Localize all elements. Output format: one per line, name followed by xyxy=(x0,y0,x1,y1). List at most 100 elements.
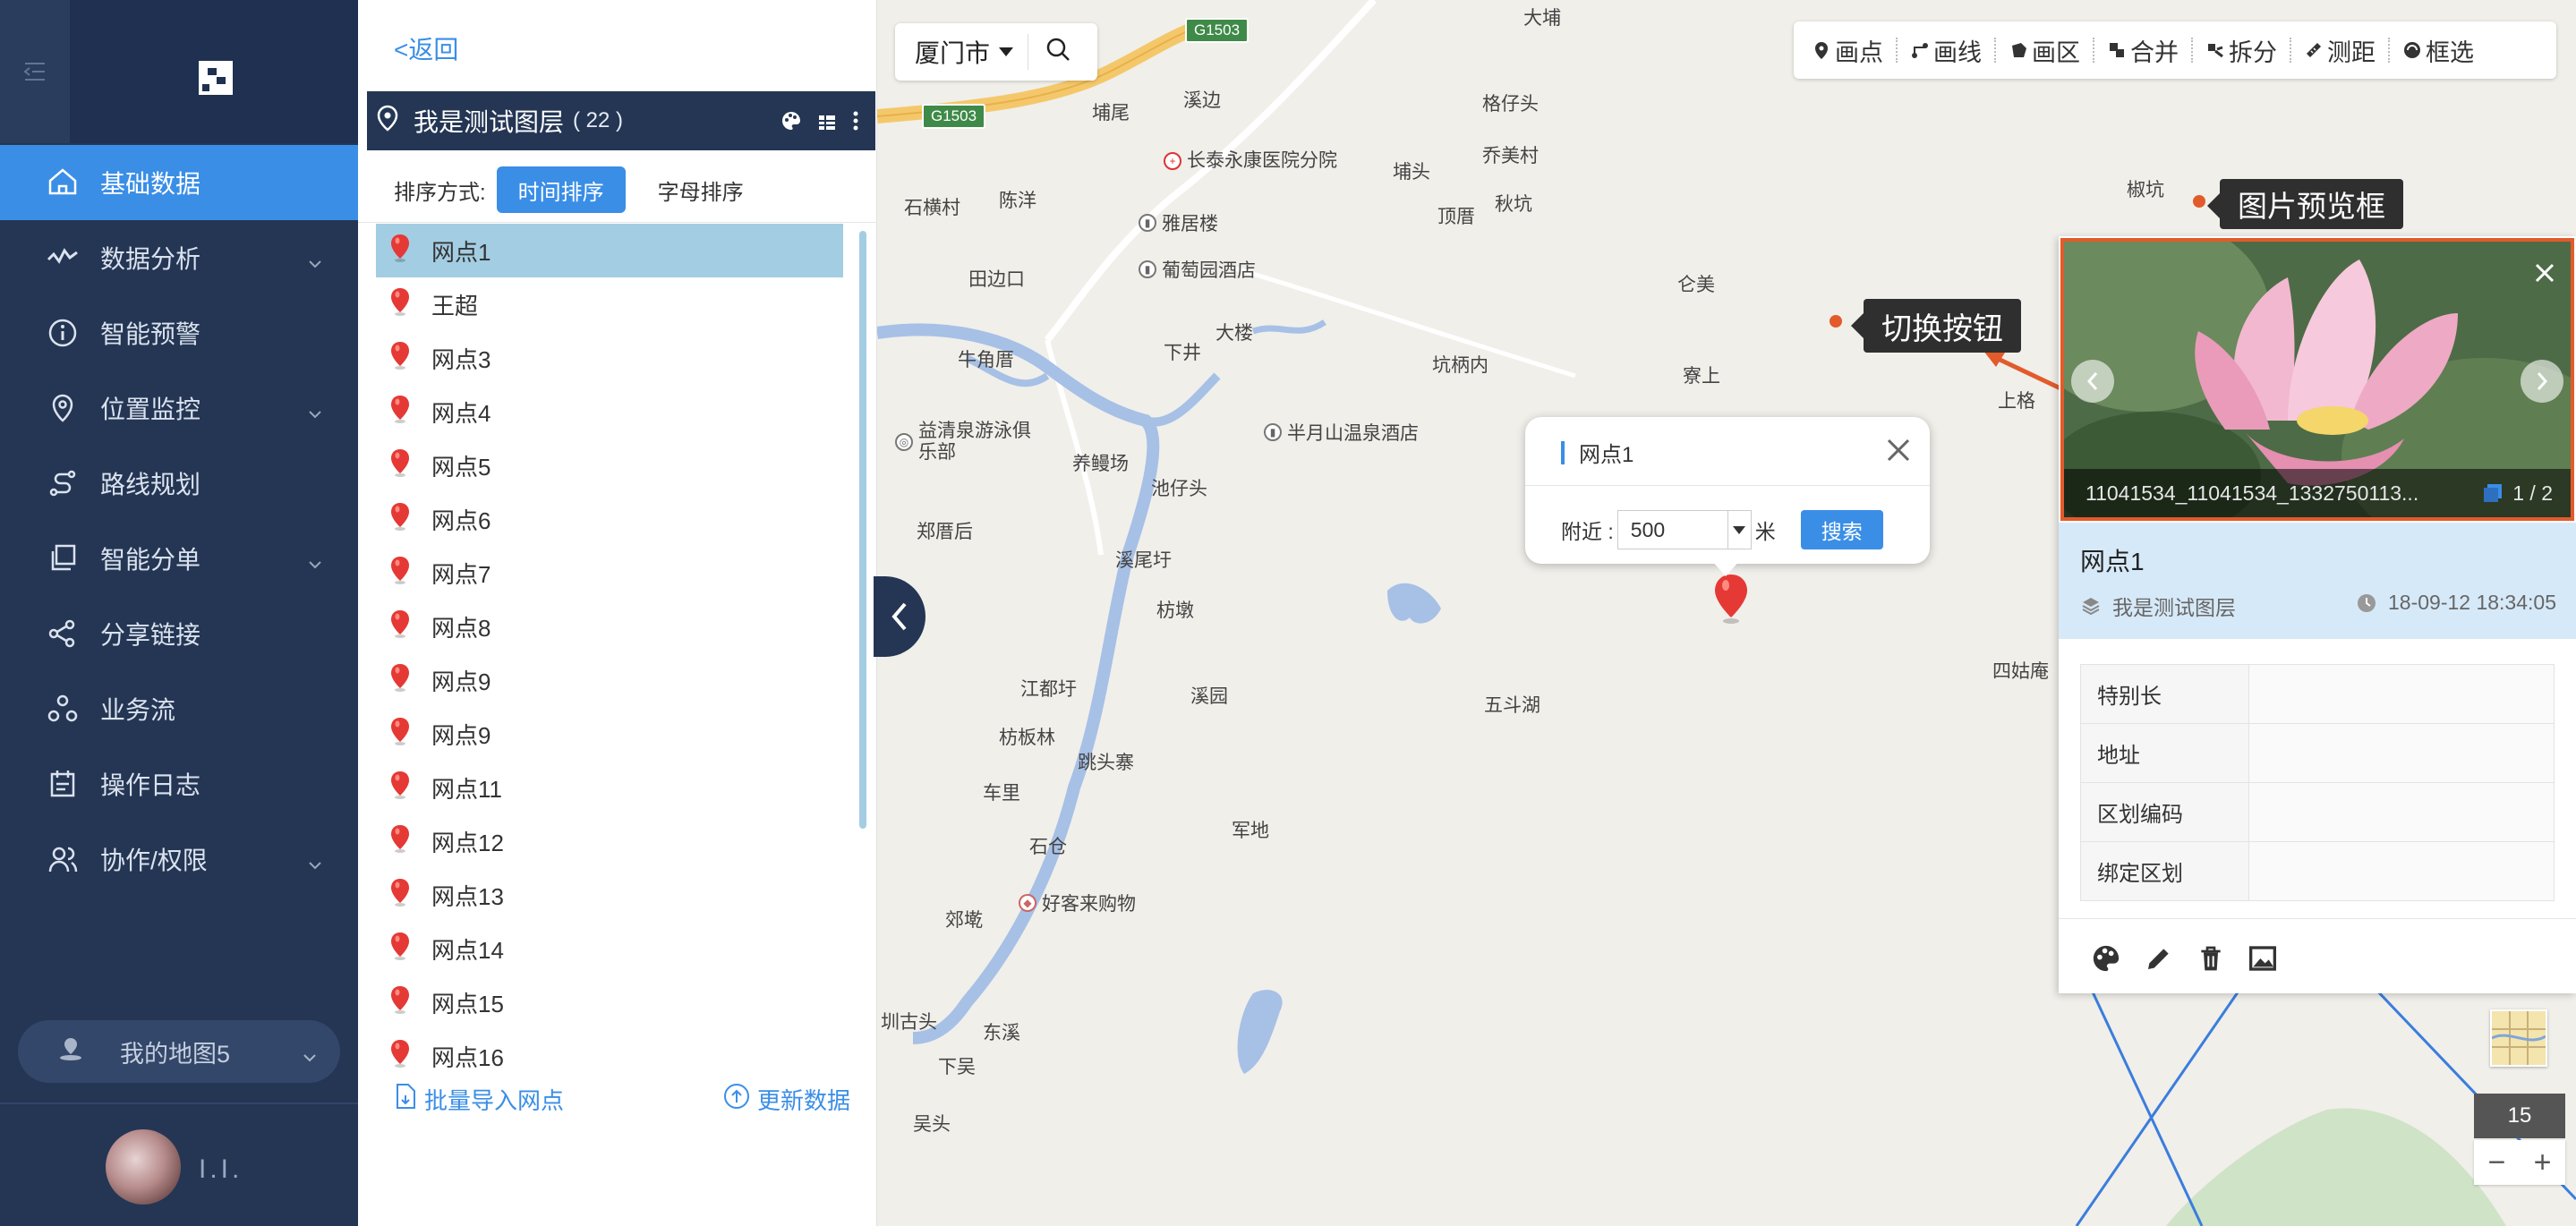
attribute-value[interactable] xyxy=(2248,841,2555,901)
point-list-item[interactable]: 网点14 xyxy=(376,922,843,975)
attribute-row: 地址 xyxy=(2080,723,2555,783)
zoom-in-button[interactable]: + xyxy=(2534,1145,2552,1180)
map-place-label: 四姑庵 xyxy=(1992,661,2049,682)
menu-collapse-icon[interactable] xyxy=(0,0,70,143)
import-points-button[interactable]: 批量导入网点 xyxy=(394,1083,564,1116)
nav-item[interactable]: 路线规划 xyxy=(0,446,358,521)
attribute-value[interactable] xyxy=(2248,723,2555,783)
point-list-item[interactable]: 网点6 xyxy=(376,492,843,546)
point-list-item[interactable]: 网点5 xyxy=(376,438,843,492)
chevron-down-icon xyxy=(303,1042,317,1069)
toolbar-button[interactable]: 测距 xyxy=(2304,33,2376,68)
point-list-item[interactable]: 网点7 xyxy=(376,546,843,600)
palette-icon[interactable] xyxy=(2091,943,2121,978)
nav-item-label: 业务流 xyxy=(100,696,176,724)
refresh-data-button[interactable]: 更新数据 xyxy=(723,1083,850,1116)
point-label: 网点1 xyxy=(431,238,491,266)
sort-time-button[interactable]: 时间排序 xyxy=(496,166,626,213)
point-label: 网点4 xyxy=(431,399,491,427)
point-list-item[interactable]: 网点8 xyxy=(376,600,843,653)
point-list-item[interactable]: 网点12 xyxy=(376,814,843,868)
map-place-label: 池仔头 xyxy=(1151,479,1207,499)
card-actions xyxy=(2091,943,2277,978)
nav-item[interactable]: 基础数据 xyxy=(0,145,358,220)
poi-shop[interactable]: ◆ 好客来购物 xyxy=(1019,890,1136,916)
nav-item[interactable]: 操作日志 xyxy=(0,746,358,822)
point-label: 网点9 xyxy=(431,668,491,695)
workflow-icon xyxy=(47,693,79,725)
nav-item[interactable]: 分享链接 xyxy=(0,596,358,671)
map-layer-switch[interactable] xyxy=(2490,1009,2547,1067)
map-marker-icon xyxy=(388,984,412,1021)
next-image-button[interactable] xyxy=(2521,360,2563,403)
poi-swimming[interactable]: ◎ 益清泉游泳俱乐部 xyxy=(895,421,1038,464)
search-icon[interactable] xyxy=(1045,36,1071,69)
layer-header: 我是测试图层 ( 22 ) xyxy=(367,91,875,150)
radius-dropdown[interactable] xyxy=(1727,510,1752,549)
point-list-item[interactable]: 网点9 xyxy=(376,653,843,707)
nav-item-label: 分享链接 xyxy=(100,621,201,649)
list-scrollbar[interactable] xyxy=(859,231,866,829)
toolbar-button[interactable]: 拆分 xyxy=(2205,33,2277,68)
nav-item[interactable]: 智能预警 xyxy=(0,295,358,370)
toolbar-button[interactable]: 画点 xyxy=(1812,33,1883,68)
radius-input[interactable]: 500 xyxy=(1616,510,1728,549)
more-vertical-icon[interactable] xyxy=(852,109,859,138)
chevron-down-icon xyxy=(308,397,322,426)
sort-alpha-button[interactable]: 字母排序 xyxy=(636,166,765,213)
avatar[interactable] xyxy=(106,1129,181,1205)
nav-item[interactable]: 智能分单 xyxy=(0,521,358,596)
toolbar-button[interactable]: 画线 xyxy=(1910,33,1982,68)
point-list-item[interactable]: 王超 xyxy=(376,277,843,331)
toolbar-button[interactable]: 合并 xyxy=(2107,33,2179,68)
point-label: 网点5 xyxy=(431,453,491,481)
attribute-row: 区划编码 xyxy=(2080,782,2555,842)
point-info: 网点1 我是测试图层 18-09-12 18:34:05 xyxy=(2059,523,2576,639)
attribute-value[interactable] xyxy=(2248,782,2555,842)
map-marker[interactable] xyxy=(1711,573,1751,631)
close-icon[interactable] xyxy=(2533,261,2556,289)
poi-hotel[interactable]: ▮ 葡萄园酒店 xyxy=(1139,256,1256,283)
image-page-count: 1 / 2 xyxy=(2512,481,2553,505)
zoom-out-button[interactable]: − xyxy=(2488,1145,2506,1180)
point-list-item[interactable]: 网点15 xyxy=(376,975,843,1029)
attribute-key: 区划编码 xyxy=(2080,782,2249,842)
nav-item[interactable]: 数据分析 xyxy=(0,220,358,295)
nav-item[interactable]: 协作/权限 xyxy=(0,822,358,897)
toolbar-button[interactable]: 画区 xyxy=(2009,33,2080,68)
attribute-value[interactable] xyxy=(2248,664,2555,724)
point-label: 网点11 xyxy=(431,775,502,803)
city-dropdown[interactable]: 厦门市 xyxy=(915,34,1015,70)
edit-icon[interactable] xyxy=(2145,944,2173,977)
point-list-item[interactable]: 网点11 xyxy=(376,761,843,814)
palette-icon[interactable] xyxy=(780,109,802,138)
nav-item[interactable]: 业务流 xyxy=(0,671,358,746)
toolbar-button[interactable]: 框选 xyxy=(2402,33,2474,68)
image-preview[interactable]: 11041534_11041534_1332750113... 1 / 2 xyxy=(2060,238,2574,521)
point-list-item[interactable]: 网点3 xyxy=(376,331,843,385)
map-marker-icon xyxy=(388,716,412,753)
point-list-item[interactable]: 网点4 xyxy=(376,385,843,438)
layers-icon xyxy=(2082,598,2100,616)
prev-image-button[interactable] xyxy=(2071,360,2114,403)
poi-building[interactable]: ▮ 雅居楼 xyxy=(1139,209,1218,236)
table-icon[interactable] xyxy=(818,109,836,138)
poi-hospital[interactable]: + 长泰永康医院分院 xyxy=(1164,150,1337,172)
search-button[interactable]: 搜索 xyxy=(1800,510,1883,549)
map-marker-icon xyxy=(388,340,412,377)
point-list-item[interactable]: 网点16 xyxy=(376,1029,843,1083)
point-list-item[interactable]: 网点9 xyxy=(376,707,843,761)
point-list-item[interactable]: 网点13 xyxy=(376,868,843,922)
my-map-selector[interactable]: 我的地图5 xyxy=(18,1020,340,1083)
close-icon[interactable] xyxy=(1885,437,1912,468)
poi-hotspring[interactable]: ▮ 半月山温泉酒店 xyxy=(1264,419,1419,446)
map-pin-icon xyxy=(1815,42,1828,59)
road-badge: G1503 xyxy=(1185,18,1250,43)
trash-icon[interactable] xyxy=(2196,944,2225,977)
city-selector[interactable]: 厦门市 xyxy=(895,23,1097,81)
point-list-item[interactable]: 网点1 xyxy=(376,224,843,277)
nav-item[interactable]: 位置监控 xyxy=(0,370,358,446)
back-link[interactable]: <返回 xyxy=(394,30,458,66)
road-badge: G1503 xyxy=(922,104,986,129)
image-icon[interactable] xyxy=(2248,944,2277,977)
